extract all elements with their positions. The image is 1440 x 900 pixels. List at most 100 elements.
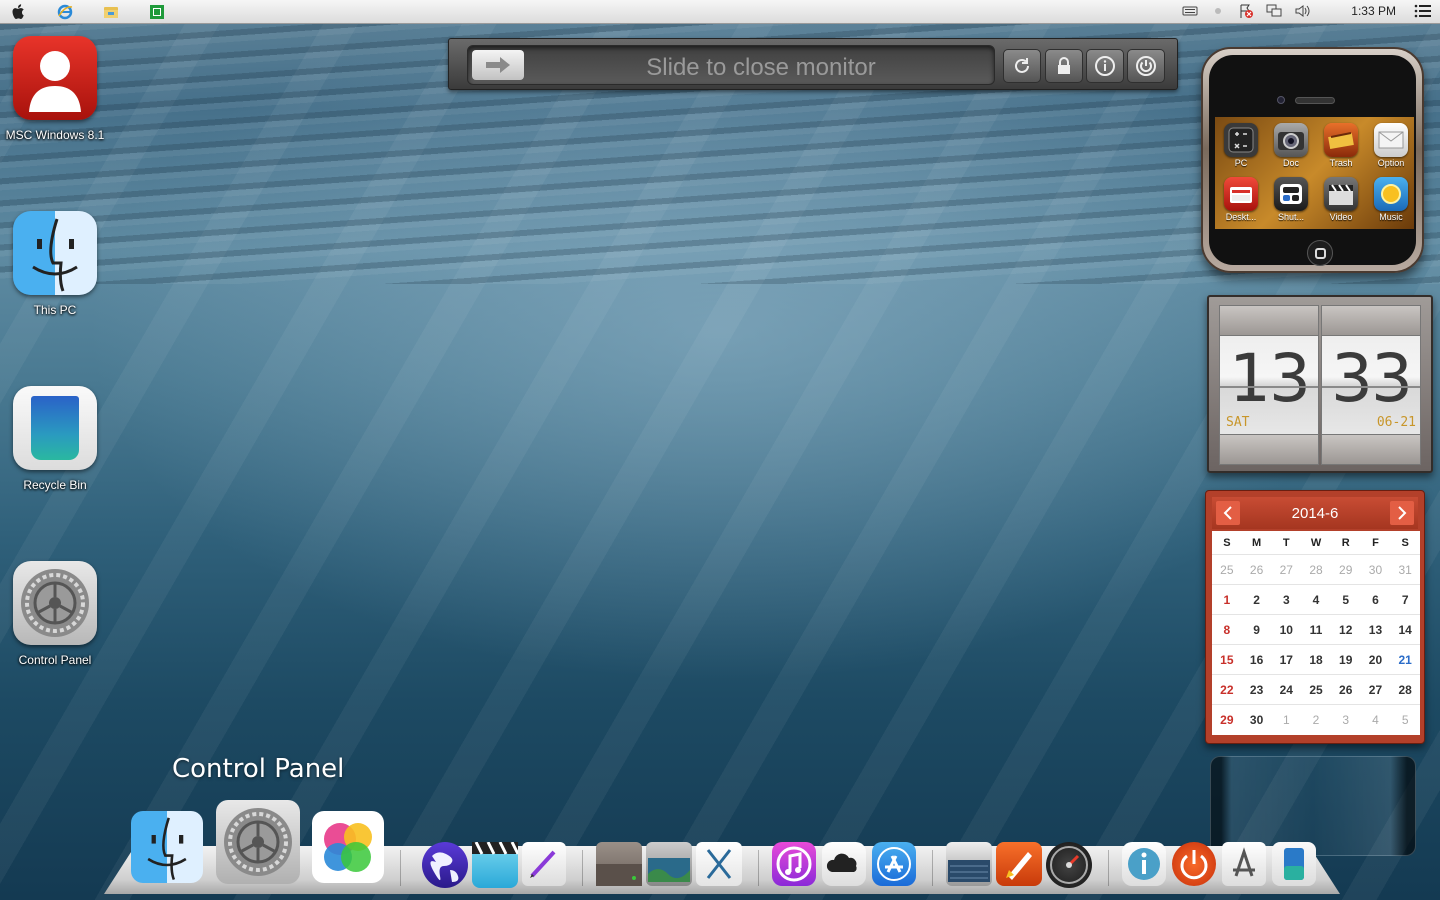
- calendar-day[interactable]: 16: [1242, 645, 1272, 674]
- calendar-day[interactable]: 25: [1301, 675, 1331, 704]
- calendar-day[interactable]: 25: [1212, 555, 1242, 584]
- power-button[interactable]: [1127, 49, 1165, 83]
- calendar-prev-button[interactable]: [1216, 501, 1240, 525]
- calendar-day[interactable]: 20: [1361, 645, 1391, 674]
- internet-explorer-icon[interactable]: [56, 4, 74, 20]
- desktop-icon-this-pc[interactable]: This PC: [0, 211, 110, 317]
- calendar-day[interactable]: 18: [1301, 645, 1331, 674]
- phone-home-button[interactable]: [1307, 240, 1333, 266]
- dock-pen[interactable]: [522, 842, 566, 886]
- desktop-icon-msc-windows[interactable]: MSC Windows 8.1: [0, 36, 110, 142]
- calendar-day[interactable]: 14: [1390, 615, 1420, 644]
- flag-icon[interactable]: [1237, 3, 1255, 19]
- dock-finder[interactable]: [131, 811, 203, 883]
- volume-icon[interactable]: [1293, 3, 1311, 19]
- refresh-button[interactable]: [1003, 49, 1041, 83]
- calendar-day[interactable]: 19: [1331, 645, 1361, 674]
- dock-control-panel[interactable]: [216, 800, 300, 884]
- calendar-day[interactable]: 5: [1331, 585, 1361, 614]
- calendar-day[interactable]: 23: [1242, 675, 1272, 704]
- calendar-day[interactable]: 30: [1361, 555, 1391, 584]
- app-pc[interactable]: PC: [1217, 123, 1265, 177]
- calendar-day[interactable]: 2: [1301, 705, 1331, 735]
- calendar-day[interactable]: 1: [1271, 705, 1301, 735]
- lock-button[interactable]: [1045, 49, 1083, 83]
- calendar-day[interactable]: 26: [1331, 675, 1361, 704]
- slider-knob[interactable]: [472, 50, 524, 80]
- weekday-label: S: [1401, 536, 1409, 549]
- calendar-day[interactable]: 26: [1242, 555, 1272, 584]
- dock-hard-drive[interactable]: [596, 842, 642, 886]
- dock-cloud[interactable]: [822, 842, 866, 886]
- keyboard-icon[interactable]: [1181, 3, 1199, 19]
- file-explorer-icon[interactable]: [102, 4, 120, 20]
- app-video[interactable]: Video: [1317, 177, 1365, 231]
- dock-scanner[interactable]: [946, 842, 992, 886]
- calendar-week-row: 22 23 24 25 26 27 28: [1212, 675, 1420, 705]
- calendar-day[interactable]: 30: [1242, 705, 1272, 735]
- app-icon: [1233, 847, 1255, 877]
- calendar-day-today[interactable]: 21: [1390, 645, 1420, 674]
- dock-x[interactable]: [696, 842, 742, 886]
- calendar-day[interactable]: 4: [1301, 585, 1331, 614]
- apple-icon[interactable]: [10, 4, 28, 20]
- dock-rocket[interactable]: [996, 842, 1042, 886]
- dock-globe[interactable]: [422, 842, 468, 888]
- app-doc[interactable]: Doc: [1267, 123, 1315, 177]
- store-icon[interactable]: [148, 4, 166, 20]
- calendar-day[interactable]: 1: [1212, 585, 1242, 614]
- calendar-day[interactable]: 5: [1390, 705, 1420, 735]
- desktop-icon-control-panel[interactable]: Control Panel: [0, 561, 110, 667]
- calendar-day[interactable]: 15: [1212, 645, 1242, 674]
- calendar-day[interactable]: 6: [1361, 585, 1391, 614]
- calendar-day[interactable]: 10: [1271, 615, 1301, 644]
- calendar-day[interactable]: 11: [1301, 615, 1331, 644]
- calendar-day[interactable]: 3: [1271, 585, 1301, 614]
- dock-movie[interactable]: [472, 842, 518, 888]
- app-music[interactable]: Music: [1367, 177, 1415, 231]
- desktop-icon-recycle-bin[interactable]: Recycle Bin: [0, 386, 110, 492]
- dock-app-store[interactable]: [872, 842, 916, 886]
- desktop-icon-label: Control Panel: [18, 653, 92, 667]
- app-desktop[interactable]: Deskt...: [1217, 177, 1265, 231]
- dock-recycle-bin[interactable]: [1272, 842, 1316, 886]
- calendar-day[interactable]: 13: [1361, 615, 1391, 644]
- calendar-day[interactable]: 4: [1361, 705, 1391, 735]
- app-shutdown[interactable]: Shut...: [1267, 177, 1315, 231]
- calendar-day[interactable]: 29: [1331, 555, 1361, 584]
- calendar-day[interactable]: 28: [1390, 675, 1420, 704]
- calendar-day[interactable]: 8: [1212, 615, 1242, 644]
- dock-info[interactable]: [1122, 842, 1166, 886]
- dock-itunes[interactable]: [772, 842, 816, 886]
- calendar-day[interactable]: 28: [1301, 555, 1331, 584]
- calendar-day[interactable]: 29: [1212, 705, 1242, 735]
- calendar-next-button[interactable]: [1390, 501, 1414, 525]
- app-store-icon: [877, 847, 911, 881]
- calendar-day[interactable]: 9: [1242, 615, 1272, 644]
- power-icon: [1180, 850, 1208, 880]
- list-icon[interactable]: [1414, 3, 1432, 19]
- calendar-day[interactable]: 22: [1212, 675, 1242, 704]
- calendar-day[interactable]: 7: [1390, 585, 1420, 614]
- dock-game-center[interactable]: [312, 811, 384, 883]
- dock-dashboard[interactable]: [1046, 842, 1092, 888]
- dock-power[interactable]: [1172, 842, 1216, 886]
- calendar-day[interactable]: 27: [1361, 675, 1391, 704]
- calendar-day[interactable]: 24: [1271, 675, 1301, 704]
- mail-icon: [1374, 123, 1408, 157]
- calendar-day[interactable]: 17: [1271, 645, 1301, 674]
- weekday-label: R: [1341, 536, 1350, 549]
- calendar-day[interactable]: 12: [1331, 615, 1361, 644]
- calendar-day[interactable]: 3: [1331, 705, 1361, 735]
- dock-app[interactable]: [1222, 842, 1266, 886]
- app-trash[interactable]: Trash: [1317, 123, 1365, 177]
- info-button[interactable]: [1086, 49, 1124, 83]
- calendar-day[interactable]: 2: [1242, 585, 1272, 614]
- dock-photo-scanner[interactable]: [646, 842, 692, 886]
- calendar-day[interactable]: 27: [1271, 555, 1301, 584]
- menu-clock[interactable]: 1:33 PM: [1351, 4, 1396, 18]
- app-option[interactable]: Option: [1367, 123, 1415, 177]
- network-icon[interactable]: [1265, 3, 1283, 19]
- slider-track[interactable]: Slide to close monitor: [467, 45, 995, 85]
- calendar-day[interactable]: 31: [1390, 555, 1420, 584]
